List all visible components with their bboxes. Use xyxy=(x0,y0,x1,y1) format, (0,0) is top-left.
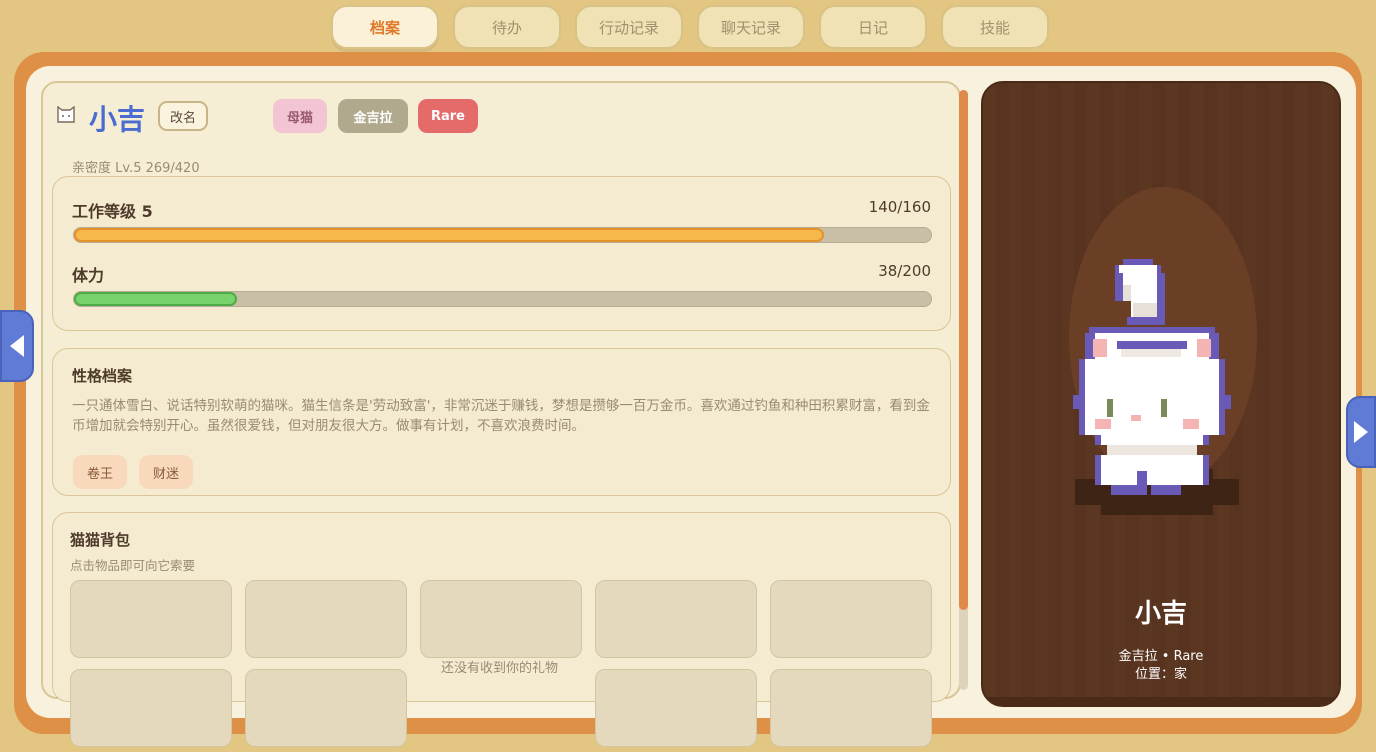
portrait-breed-rarity: 金吉拉 • Rare xyxy=(1118,649,1204,664)
scrollbar-thumb[interactable] xyxy=(959,90,968,610)
prev-cat-button[interactable] xyxy=(0,310,34,382)
stamina-bar xyxy=(73,291,932,307)
stats-card: 工作等级 5 140/160 体力 38/200 xyxy=(52,176,951,331)
affinity-text: 亲密度 Lv.5 269/420 xyxy=(72,161,200,176)
tab-skills[interactable]: 技能 xyxy=(941,5,1049,49)
personality-title: 性格档案 xyxy=(72,367,133,385)
bag-empty-message: 还没有收到你的礼物 xyxy=(441,661,559,676)
bag-slot[interactable] xyxy=(595,580,757,658)
tab-todo[interactable]: 待办 xyxy=(453,5,561,49)
cat-sprite-icon xyxy=(1073,259,1231,495)
portrait-location: 位置：家 xyxy=(1134,667,1187,682)
work-level-label: 工作等级 5 xyxy=(72,202,153,221)
bag-slot[interactable] xyxy=(595,669,757,747)
tab-chat-log[interactable]: 聊天记录 xyxy=(697,5,805,49)
bag-subtitle: 点击物品即可向它索要 xyxy=(70,558,196,573)
bag-slot[interactable] xyxy=(770,669,932,747)
bag-slot[interactable] xyxy=(770,580,932,658)
tab-profile[interactable]: 档案 xyxy=(331,5,439,49)
portrait-frame-bottom xyxy=(983,697,1339,705)
triangle-left-icon xyxy=(10,335,24,357)
stamina-value: 38/200 xyxy=(878,262,931,280)
bag-slot[interactable] xyxy=(245,669,407,747)
stamina-label: 体力 xyxy=(72,266,105,285)
work-progress-fill xyxy=(74,228,824,242)
bag-title: 猫猫背包 xyxy=(70,531,131,549)
cat-name: 小吉 xyxy=(89,103,146,136)
bag-slot[interactable] xyxy=(70,669,232,747)
work-level-value: 140/160 xyxy=(868,198,931,216)
triangle-right-icon xyxy=(1354,421,1368,443)
gender-tag: 母猫 xyxy=(273,99,327,133)
trait-badge: 卷王 xyxy=(73,455,127,489)
cat-portrait-panel: 小吉 金吉拉 • Rare 位置：家 xyxy=(981,81,1341,707)
next-cat-button[interactable] xyxy=(1346,396,1376,468)
bag-slot[interactable] xyxy=(70,580,232,658)
personality-card: 性格档案 一只通体雪白、说话特别软萌的猫咪。猫生信条是'劳动致富'，非常沉迷于赚… xyxy=(52,348,951,496)
portrait-cat-name: 小吉 xyxy=(1134,599,1187,629)
stamina-fill xyxy=(74,292,237,306)
tab-diary[interactable]: 日记 xyxy=(819,5,927,49)
trait-badge: 财迷 xyxy=(139,455,193,489)
breed-tag: 金吉拉 xyxy=(338,99,408,133)
personality-description: 一只通体雪白、说话特别软萌的猫咪。猫生信条是'劳动致富'，非常沉迷于赚钱，梦想是… xyxy=(72,398,930,434)
bag-card: 猫猫背包 点击物品即可向它索要 还没有收到你的礼物 xyxy=(52,512,951,747)
bag-slot[interactable] xyxy=(245,580,407,658)
work-progress-bar xyxy=(73,227,932,243)
tab-action-log[interactable]: 行动记录 xyxy=(575,5,683,49)
rarity-tag: Rare xyxy=(418,99,478,133)
bag-slot[interactable] xyxy=(420,580,582,658)
rename-button[interactable]: 改名 xyxy=(158,101,208,131)
cat-face-icon xyxy=(57,106,75,123)
